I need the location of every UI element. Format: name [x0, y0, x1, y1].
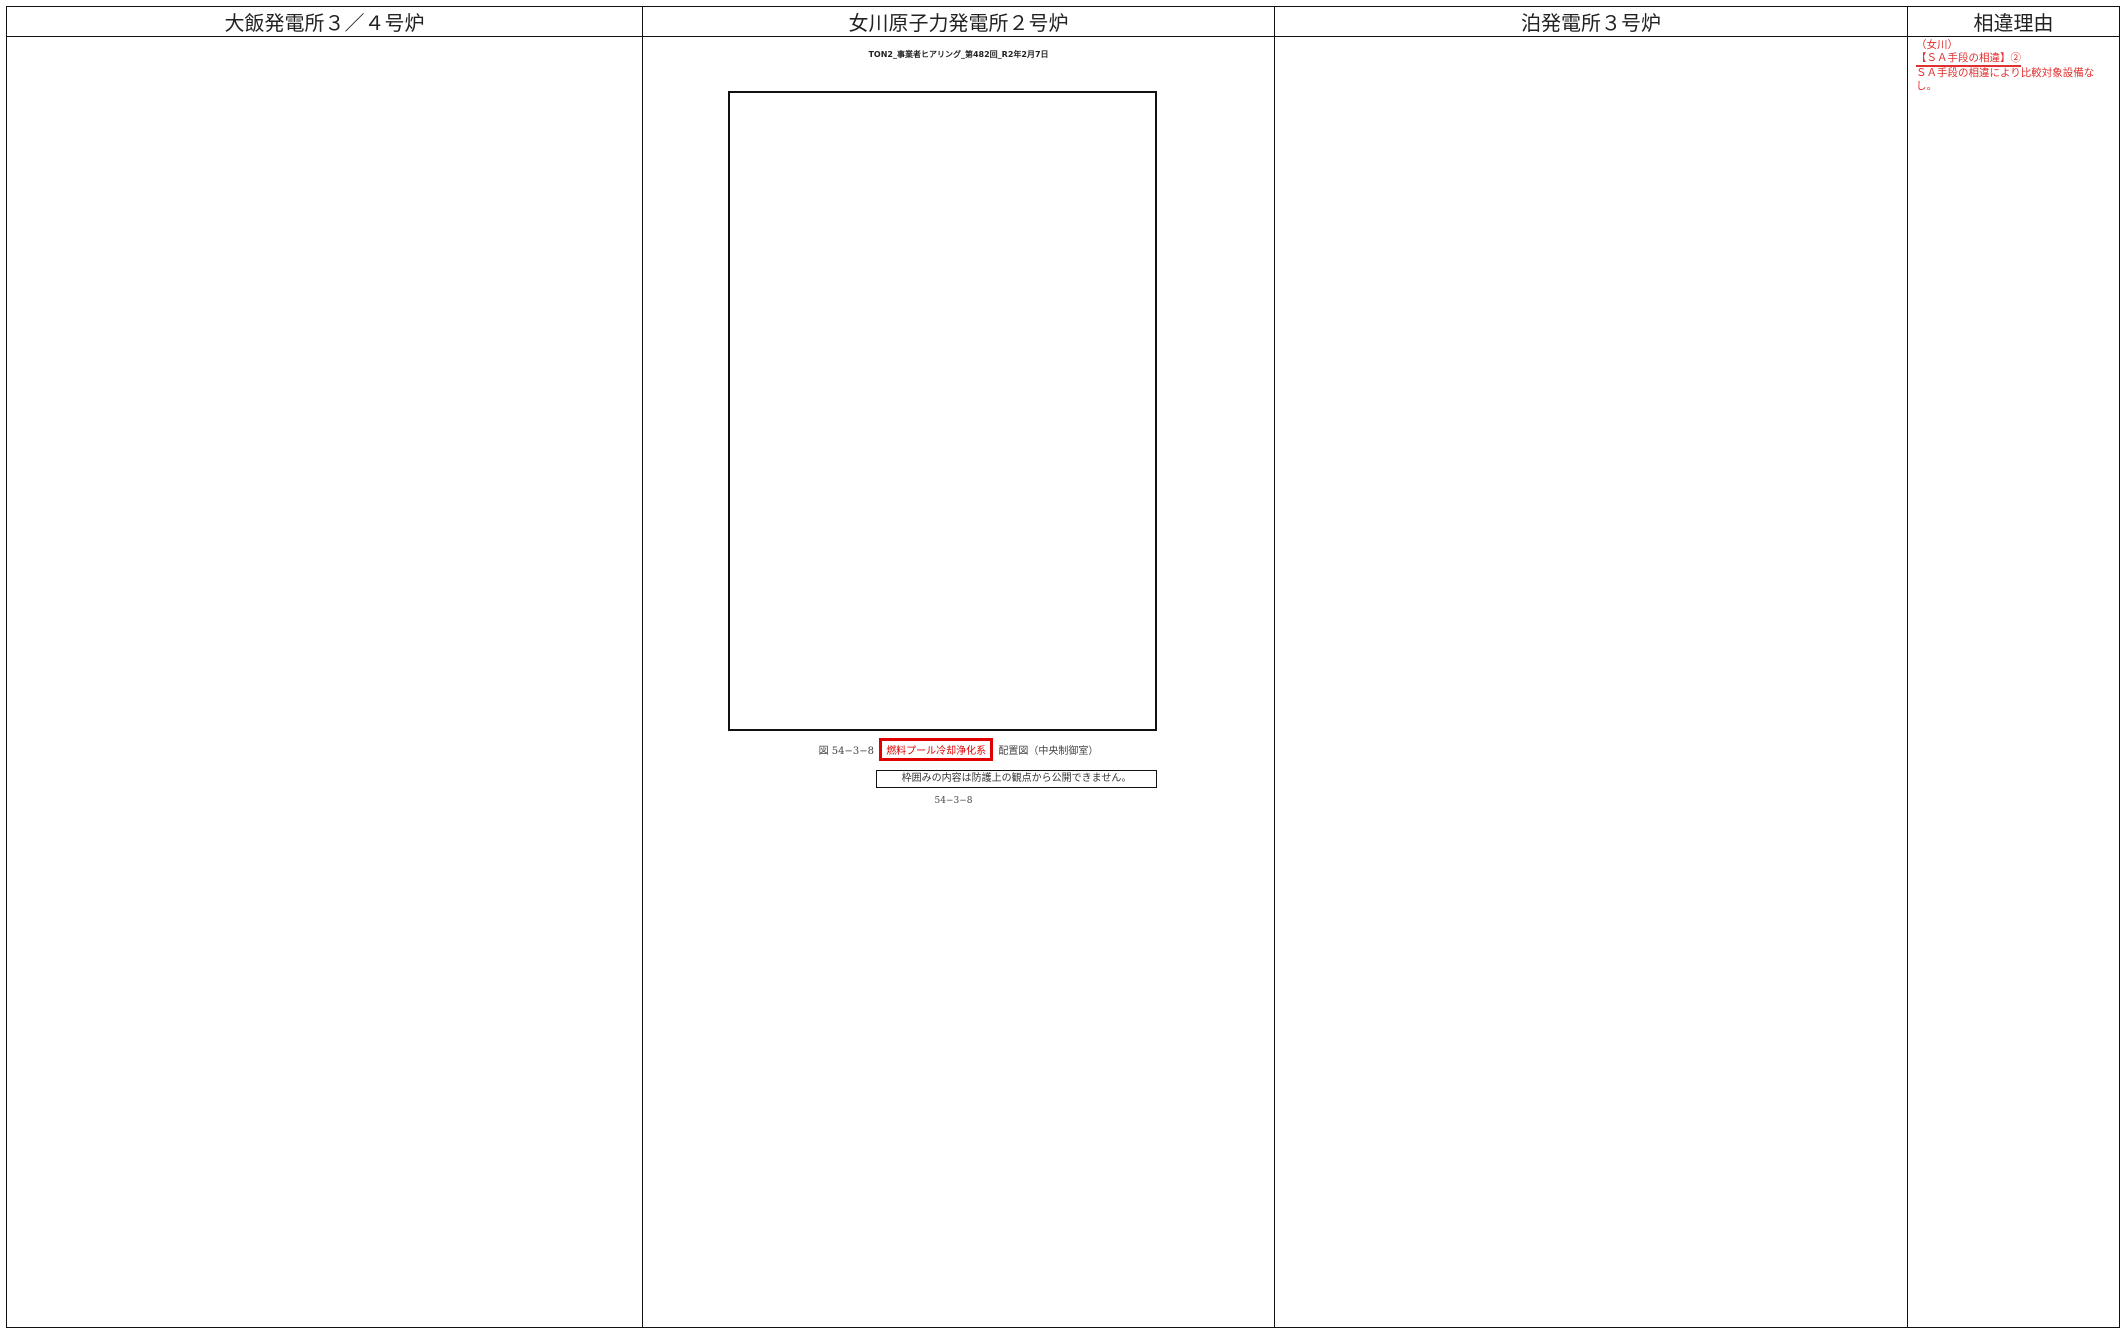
document-header: TON2_事業者ヒアリング_第482回_R2年2月7日	[868, 50, 1049, 59]
figure-caption: 図 54−3−8 燃料プール冷却浄化系 配置図（中央制御室）	[643, 738, 1274, 761]
header-row: 大飯発電所３／４号炉 女川原子力発電所２号炉 泊発電所３号炉 相違理由	[6, 6, 2120, 37]
header-onagawa: 女川原子力発電所２号炉	[642, 6, 1275, 37]
security-note: 枠囲みの内容は防護上の観点から公開できません。	[876, 770, 1157, 788]
page-number: 54−3−8	[934, 796, 973, 806]
content-row: TON2_事業者ヒアリング_第482回_R2年2月7日 図 54−3−8 燃料プ…	[6, 36, 2120, 1328]
cell-ohi	[6, 36, 643, 1328]
cell-tomari	[1274, 36, 1908, 1328]
caption-highlight: 燃料プール冷却浄化系	[879, 738, 994, 761]
reason-tag: 【ＳＡ手段の相違】②	[1916, 52, 2021, 67]
reason-text: （女川） 【ＳＡ手段の相違】② ＳＡ手段の相違により比較対象設備なし。	[1916, 39, 2113, 93]
caption-suffix: 配置図（中央制御室）	[998, 746, 1099, 757]
caption-prefix: 図 54−3−8	[818, 746, 874, 757]
header-tomari: 泊発電所３号炉	[1274, 6, 1908, 37]
reason-detail: ＳＡ手段の相違により比較対象設備なし。	[1916, 67, 2095, 92]
reason-plant: （女川）	[1916, 39, 1958, 51]
masked-layout-figure	[728, 91, 1157, 731]
header-reason: 相違理由	[1907, 6, 2120, 37]
cell-onagawa: TON2_事業者ヒアリング_第482回_R2年2月7日 図 54−3−8 燃料プ…	[642, 36, 1275, 1328]
cell-reason: （女川） 【ＳＡ手段の相違】② ＳＡ手段の相違により比較対象設備なし。	[1907, 36, 2120, 1328]
header-ohi: 大飯発電所３／４号炉	[6, 6, 643, 37]
comparison-table: 大飯発電所３／４号炉 女川原子力発電所２号炉 泊発電所３号炉 相違理由 TON2…	[6, 6, 2120, 1328]
